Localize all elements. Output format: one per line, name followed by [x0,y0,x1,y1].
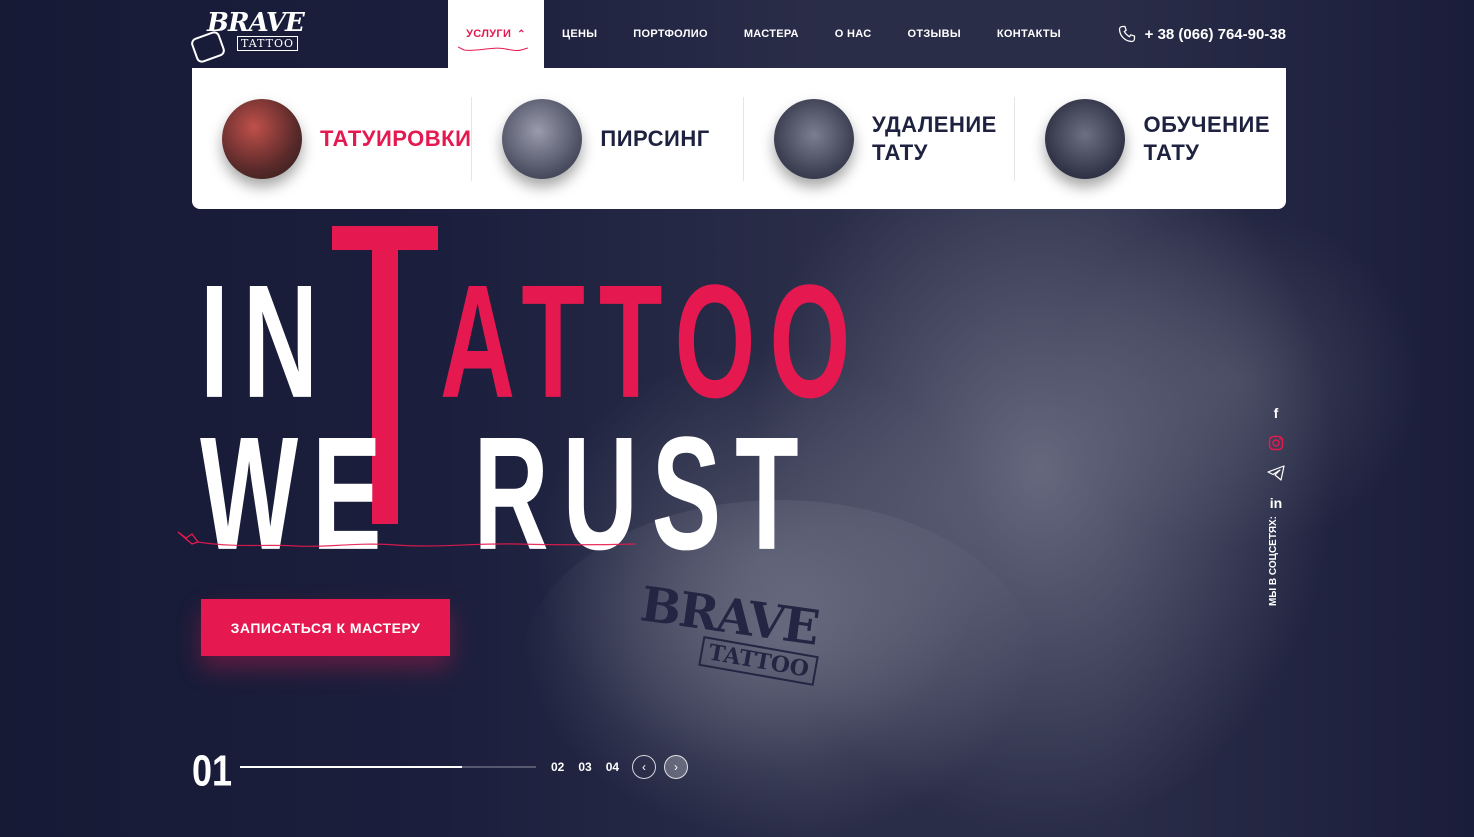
service-label: ПИРСИНГ [600,125,710,151]
service-tattoo[interactable]: ТАТУИРОВКИ [192,96,473,181]
service-label-line: УДАЛЕНИЕ [871,111,997,137]
logo[interactable]: BRAVE TATTOO [189,6,305,65]
nav-item-prices[interactable]: ЦЕНЫ [544,0,615,68]
slide-pagination: 02 03 04 [551,760,619,774]
chevron-up-icon: ⌃ [517,28,526,40]
squiggle-decoration [458,46,528,52]
logo-title: BRAVE [207,8,305,38]
service-label-line: ТАТУ [1143,139,1200,165]
slide-progress-fill [240,766,462,768]
phone-number: + 38 (066) 764-90-38 [1144,25,1286,43]
service-label: ОБУЧЕНИЕ ТАТУ [1143,111,1270,167]
social-links: f in [1266,404,1286,512]
phone-link[interactable]: + 38 (066) 764-90-38 [1117,24,1286,44]
service-label-line: ОБУЧЕНИЕ [1143,111,1271,137]
main-nav: УСЛУГИ ⌃ ЦЕНЫ ПОРТФОЛИО МАСТЕРА О НАС ОТ… [448,0,1079,68]
facebook-icon[interactable]: f [1267,404,1285,422]
nav-item-label: КОНТАКТЫ [996,28,1061,40]
nav-item-label: ОТЗЫВЫ [907,28,961,40]
service-label-line: ТАТУ [871,139,928,165]
instagram-icon[interactable] [1267,434,1285,452]
next-slide-button[interactable]: › [664,755,688,779]
nav-item-portfolio[interactable]: ПОРТФОЛИО [615,0,726,68]
hero-title-line-1: IN ATTOO [200,262,864,423]
service-thumbnail [773,98,854,179]
service-tattoo-removal[interactable]: УДАЛЕНИЕ ТАТУ [744,96,1016,181]
needle-squiggle-decoration [177,531,636,547]
chevron-left-icon: ‹ [642,760,646,774]
service-tattoo-training[interactable]: ОБУЧЕНИЕ ТАТУ [1015,97,1286,181]
services-dropdown: ТАТУИРОВКИ ПИРСИНГ УДАЛЕНИЕ ТАТУ ОБУЧЕНИ… [192,68,1286,209]
service-label: ТАТУИРОВКИ [320,125,472,151]
social-label: МЫ В СОЦСЕТЯХ: [1268,515,1279,606]
hero-word-we: WE [200,404,396,585]
nav-item-label: ПОРТФОЛИО [633,28,708,40]
telegram-icon[interactable] [1267,464,1285,482]
service-thumbnail [1045,98,1126,179]
nav-item-label: МАСТЕРА [743,28,799,40]
slide-link-3[interactable]: 03 [578,760,591,774]
service-label: УДАЛЕНИЕ ТАТУ [872,111,997,167]
linkedin-icon[interactable]: in [1267,494,1285,512]
nav-item-label: ЦЕНЫ [562,28,598,40]
nav-item-contacts[interactable]: КОНТАКТЫ [979,0,1079,68]
service-piercing[interactable]: ПИРСИНГ [472,96,744,181]
hero-word-trust: RUST [473,404,813,585]
prev-slide-button[interactable]: ‹ [632,755,656,779]
book-master-button[interactable]: ЗАПИСАТЬСЯ К МАСТЕРУ [201,599,450,656]
current-slide-number: 01 [192,746,233,796]
nav-item-about[interactable]: О НАС [817,0,890,68]
nav-item-services[interactable]: УСЛУГИ ⌃ [448,0,544,68]
nav-item-label: УСЛУГИ [466,28,512,40]
chevron-right-icon: › [674,760,678,774]
service-thumbnail [222,98,302,179]
slider-arrows: ‹ › [632,755,688,779]
nav-item-reviews[interactable]: ОТЗЫВЫ [889,0,978,68]
nav-item-label: О НАС [834,28,872,40]
slide-link-2[interactable]: 02 [551,760,564,774]
phone-icon [1118,25,1135,43]
nav-item-masters[interactable]: МАСТЕРА [726,0,817,68]
logo-subtitle: TATTOO [237,36,298,51]
background-tattoo-artwork: BRAVE TATTOO [637,576,840,750]
slide-progress-bar [240,766,536,768]
slide-link-4[interactable]: 04 [606,760,619,774]
service-thumbnail [502,98,583,179]
